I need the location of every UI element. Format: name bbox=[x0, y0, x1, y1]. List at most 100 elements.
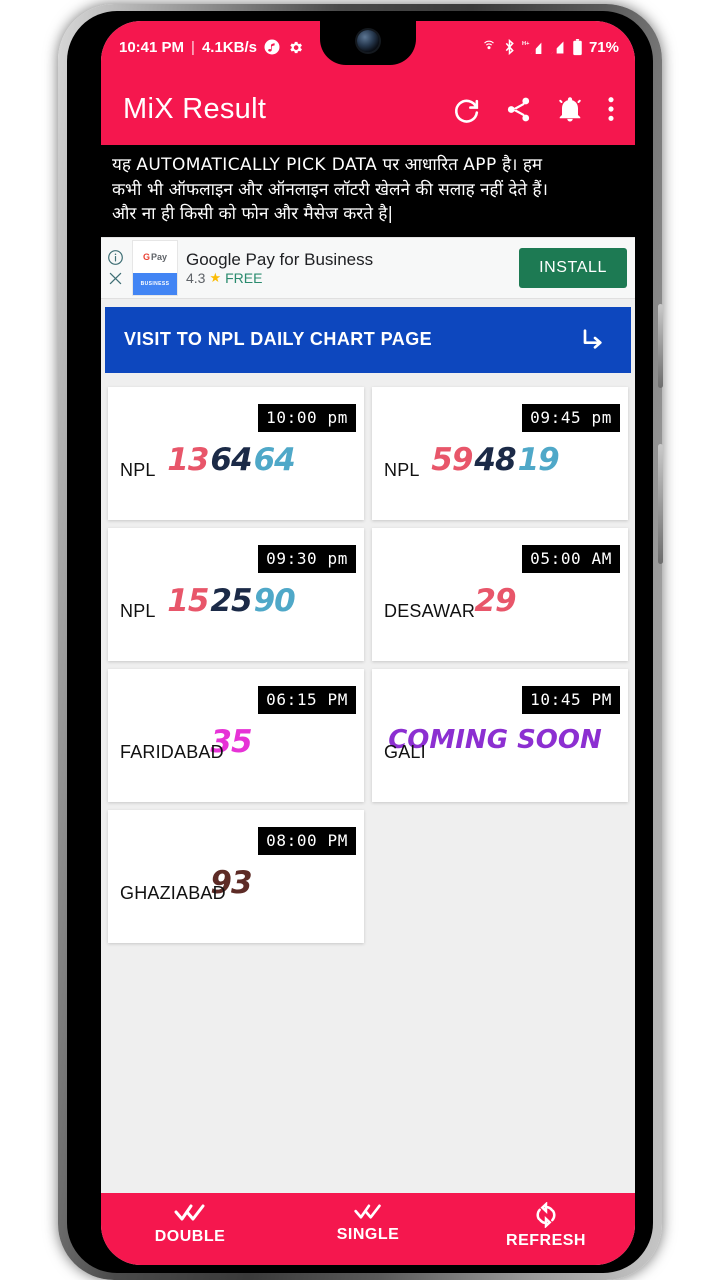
double-check-icon bbox=[173, 1202, 207, 1224]
svg-text:H+: H+ bbox=[522, 41, 530, 47]
result-cell: 08:00 PM 93 GHAZIABAD bbox=[104, 806, 368, 947]
result-market-label: NPL bbox=[384, 459, 420, 480]
phone-bezel: 10:41 PM | 4.1KB/s H+ 71% MiX Result यह … bbox=[67, 11, 653, 1273]
result-cell: 09:30 pm 152590 NPL bbox=[104, 524, 368, 665]
volume-button[interactable] bbox=[658, 444, 663, 564]
music-icon bbox=[264, 39, 280, 55]
notice-line-2: कभी भी ऑफलाइन और ऑनलाइन लॉटरी खेलने की स… bbox=[112, 179, 548, 200]
result-time: 09:45 pm bbox=[522, 403, 620, 432]
result-time: 10:45 PM bbox=[522, 685, 620, 714]
gpay-logo-icon: G Pay bbox=[142, 251, 168, 262]
status-separator: | bbox=[191, 38, 195, 56]
result-market-label: FARIDABAD bbox=[120, 741, 224, 762]
result-card[interactable]: 05:00 AM 29 DESAWAR bbox=[372, 527, 628, 661]
result-market-label: GALI bbox=[384, 741, 426, 762]
network-speed: 4.1KB/s bbox=[201, 38, 257, 56]
ad-subtitle: 4.3 ★ FREE bbox=[186, 270, 511, 286]
results-grid: 10:00 pm 136464 NPL 09:45 pm 594819 NPL 09:30 … bbox=[101, 376, 635, 947]
info-icon[interactable] bbox=[107, 249, 124, 266]
npl-daily-chart-banner[interactable]: VISIT TO NPL DAILY CHART PAGE bbox=[105, 306, 631, 373]
display-notch bbox=[320, 21, 416, 65]
notice-line-1: यह AUTOMATICALLY PICK DATA पर आधारित APP… bbox=[112, 155, 543, 175]
ad-text: Google Pay for Business 4.3 ★ FREE bbox=[186, 250, 511, 287]
nav-item-refresh[interactable]: REFRESH bbox=[457, 1202, 635, 1250]
status-bar-right: H+ 71% bbox=[481, 38, 619, 56]
result-card[interactable]: 09:45 pm 594819 NPL bbox=[372, 386, 628, 520]
status-time: 10:41 PM bbox=[119, 38, 185, 56]
phone-screen: 10:41 PM | 4.1KB/s H+ 71% MiX Result यह … bbox=[101, 21, 635, 1265]
result-number: 90 bbox=[253, 582, 296, 619]
overflow-menu-icon[interactable] bbox=[607, 95, 615, 123]
ad-app-icon: G Pay BUSINESS bbox=[132, 239, 178, 296]
signal-icon bbox=[549, 39, 566, 56]
nav-label-single: SINGLE bbox=[336, 1226, 400, 1243]
result-number: 64 bbox=[210, 441, 252, 478]
result-market-label: NPL bbox=[120, 459, 156, 480]
double-check-small-icon bbox=[353, 1202, 383, 1222]
result-number: 48 bbox=[474, 441, 516, 478]
ad-controls bbox=[107, 249, 124, 287]
result-cell: 10:00 pm 136464 NPL bbox=[104, 383, 368, 524]
close-icon[interactable] bbox=[107, 270, 124, 287]
refresh-icon[interactable] bbox=[451, 94, 482, 125]
battery-icon bbox=[572, 38, 583, 56]
app-title: MiX Result bbox=[123, 92, 267, 125]
result-cell: 10:45 PM COMING SOON GALI bbox=[368, 665, 632, 806]
result-market-label: GHAZIABAD bbox=[120, 882, 226, 903]
result-number: 25 bbox=[210, 582, 252, 619]
disclaimer-notice: यह AUTOMATICALLY PICK DATA पर आधारित APP… bbox=[101, 145, 635, 237]
sync-refresh-icon bbox=[533, 1202, 559, 1228]
result-card[interactable]: 10:00 pm 136464 NPL bbox=[108, 386, 364, 520]
result-number: 64 bbox=[253, 441, 296, 478]
npl-daily-chart-banner-label: VISIT TO NPL DAILY CHART PAGE bbox=[124, 329, 433, 350]
ad-install-button[interactable]: INSTALL bbox=[519, 247, 627, 288]
ad-banner[interactable]: G Pay BUSINESS Google Pay for Business 4.… bbox=[101, 236, 635, 299]
nav-item-double[interactable]: DOUBLE bbox=[101, 1202, 279, 1246]
result-time: 09:30 pm bbox=[258, 544, 356, 573]
battery-percent: 71% bbox=[588, 38, 619, 56]
nav-label-refresh: REFRESH bbox=[506, 1232, 586, 1249]
result-cell: 05:00 AM 29 DESAWAR bbox=[368, 524, 632, 665]
hotspot-icon bbox=[481, 39, 497, 55]
result-number: 59 bbox=[431, 441, 473, 478]
hplus-signal-icon: H+ bbox=[522, 39, 543, 56]
chart-banner-wrap: VISIT TO NPL DAILY CHART PAGE bbox=[101, 298, 635, 377]
notice-line-3: और ना ही किसी को फोन और मैसेज करते है| bbox=[112, 204, 394, 225]
result-time: 05:00 AM bbox=[522, 544, 620, 573]
ad-icon-business-label: BUSINESS bbox=[133, 272, 177, 295]
result-number: 29 bbox=[474, 582, 516, 619]
result-number: 19 bbox=[517, 441, 560, 478]
result-market-label: DESAWAR bbox=[384, 600, 476, 621]
result-card[interactable]: 09:30 pm 152590 NPL bbox=[108, 527, 364, 661]
result-market-label: NPL bbox=[120, 600, 156, 621]
result-time: 08:00 PM bbox=[258, 826, 356, 855]
bottom-navigation: DOUBLE SINGLE REFRESH bbox=[101, 1193, 635, 1265]
status-bar-left: 10:41 PM | 4.1KB/s bbox=[119, 39, 304, 56]
grid-bottom-spacer bbox=[101, 946, 635, 987]
ad-price: FREE bbox=[225, 270, 263, 287]
result-number: 15 bbox=[167, 582, 209, 619]
gear-icon bbox=[287, 39, 304, 56]
ad-title: Google Pay for Business bbox=[186, 249, 374, 269]
result-cell: 09:45 pm 594819 NPL bbox=[368, 383, 632, 524]
result-number: 13 bbox=[167, 441, 209, 478]
ad-rating: 4.3 bbox=[186, 270, 206, 287]
notification-bell-icon[interactable] bbox=[555, 94, 585, 124]
star-icon: ★ bbox=[209, 270, 222, 286]
nav-label-double: DOUBLE bbox=[154, 1228, 226, 1245]
bluetooth-icon bbox=[503, 39, 516, 55]
result-card[interactable]: 06:15 PM 35 FARIDABAD bbox=[108, 668, 364, 802]
result-card[interactable]: 10:45 PM COMING SOON GALI bbox=[372, 668, 628, 802]
result-card[interactable]: 08:00 PM 93 GHAZIABAD bbox=[108, 809, 364, 943]
result-cell: 06:15 PM 35 FARIDABAD bbox=[104, 665, 368, 806]
result-time: 06:15 PM bbox=[258, 685, 356, 714]
subdirectory-arrow-right-icon bbox=[577, 324, 609, 356]
app-bar: MiX Result bbox=[101, 73, 635, 145]
result-time: 10:00 pm bbox=[258, 403, 356, 432]
share-icon[interactable] bbox=[504, 95, 533, 124]
front-camera-icon bbox=[357, 30, 379, 52]
app-bar-actions bbox=[451, 94, 619, 125]
phone-frame: 10:41 PM | 4.1KB/s H+ 71% MiX Result यह … bbox=[58, 4, 663, 1280]
power-button[interactable] bbox=[658, 304, 663, 388]
nav-item-single[interactable]: SINGLE bbox=[279, 1202, 457, 1244]
